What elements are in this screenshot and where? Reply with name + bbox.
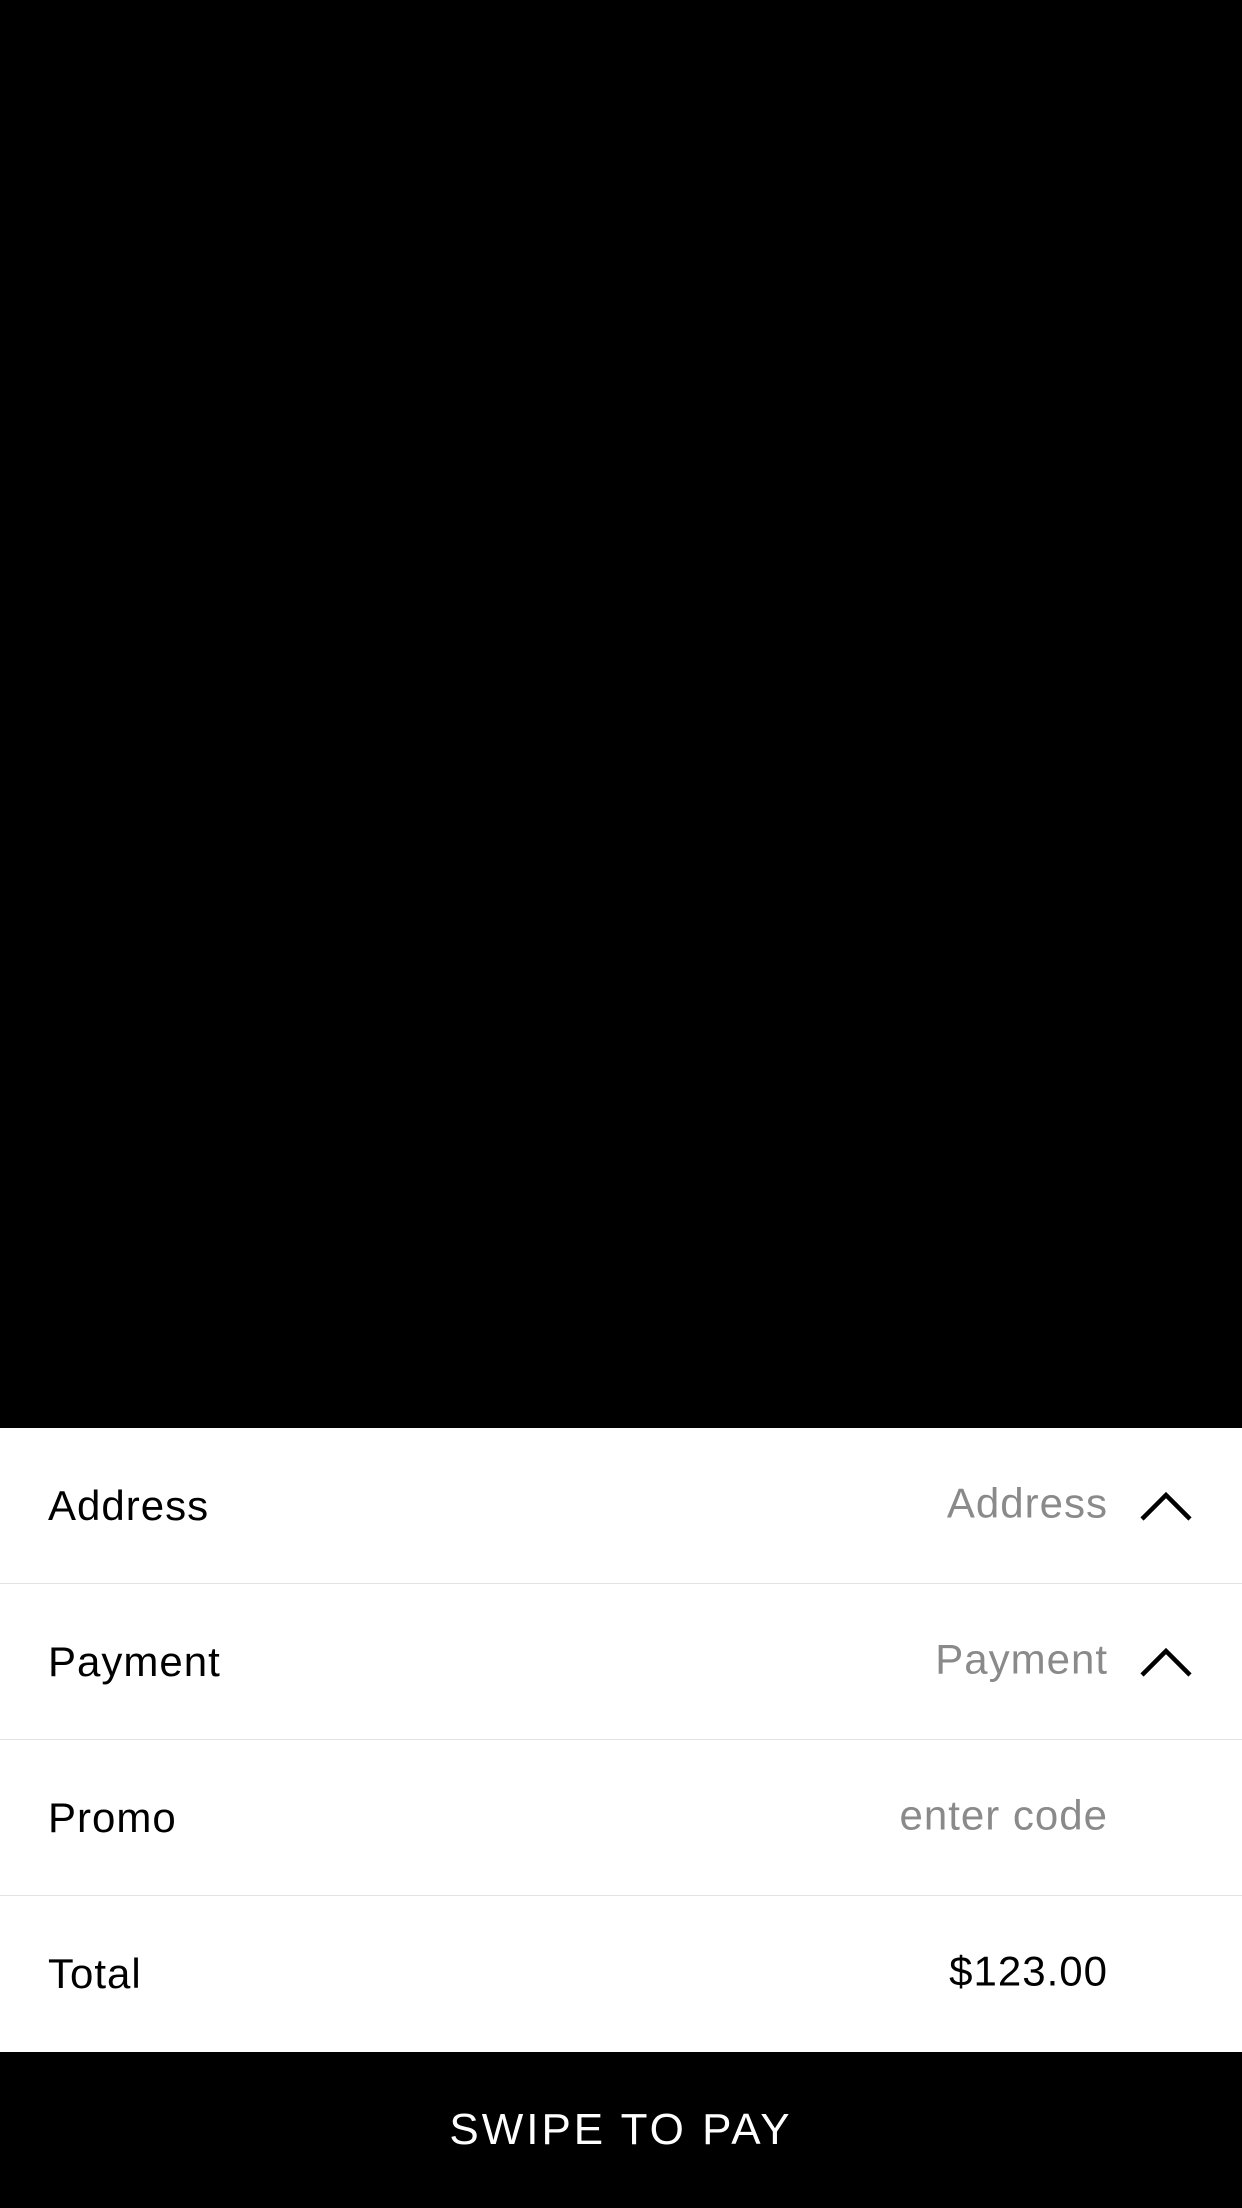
total-amount: $123.00	[949, 1947, 1108, 1995]
checkout-sheet: Address Address Payment Payment Promo en…	[0, 1428, 1242, 2052]
total-row: Total $123.00	[0, 1896, 1242, 2052]
address-label: Address	[48, 1481, 210, 1529]
address-row[interactable]: Address Address	[0, 1428, 1242, 1584]
chevron-up-icon[interactable]	[1138, 1645, 1194, 1679]
promo-code-input[interactable]: enter code	[900, 1791, 1108, 1839]
promo-label: Promo	[48, 1793, 177, 1841]
swipe-to-pay-button[interactable]: SWIPE TO PAY	[0, 2052, 1242, 2208]
payment-row[interactable]: Payment Payment	[0, 1584, 1242, 1740]
total-label: Total	[48, 1950, 142, 1997]
address-value[interactable]: Address	[947, 1479, 1108, 1527]
payment-value[interactable]: Payment	[935, 1635, 1108, 1683]
chevron-up-icon[interactable]	[1138, 1489, 1194, 1523]
checkout-screen: Address Address Payment Payment Promo en…	[0, 0, 1242, 2208]
payment-label: Payment	[48, 1637, 221, 1685]
swipe-to-pay-label: SWIPE TO PAY	[449, 2105, 793, 2154]
content-area	[0, 0, 1242, 1428]
promo-row[interactable]: Promo enter code	[0, 1740, 1242, 1896]
